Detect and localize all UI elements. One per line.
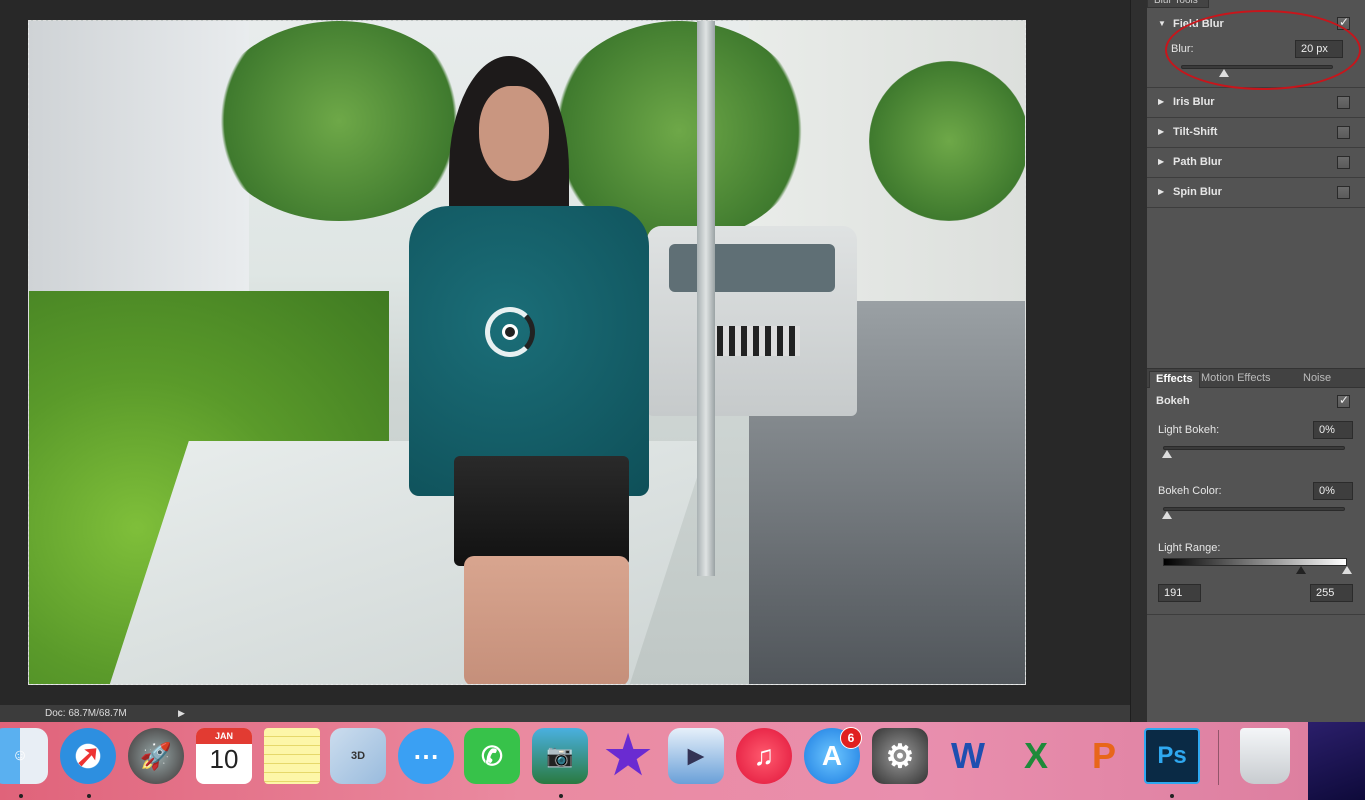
tab-noise[interactable]: Noise bbox=[1297, 371, 1337, 388]
document-canvas[interactable] bbox=[0, 0, 1130, 705]
light-bokeh-label: Light Bokeh: bbox=[1158, 424, 1220, 436]
facetime-icon[interactable]: ✆ bbox=[464, 728, 520, 784]
tilt-shift-title[interactable]: Tilt-Shift bbox=[1173, 126, 1217, 138]
path-blur-title[interactable]: Path Blur bbox=[1173, 156, 1222, 168]
path-blur-row[interactable]: ▶ Path Blur bbox=[1147, 148, 1365, 178]
dock-separator bbox=[1218, 730, 1219, 785]
bokeh-color-slider[interactable] bbox=[1163, 507, 1345, 511]
tab-motion-effects[interactable]: Motion Effects bbox=[1195, 371, 1277, 388]
running-indicator bbox=[559, 794, 563, 798]
blur-gallery-panel: Blur Tools ▼ Field Blur Blur: 20 px ▶ Ir… bbox=[1147, 0, 1365, 722]
word-icon[interactable]: W bbox=[940, 728, 996, 784]
status-menu-arrow-icon[interactable]: ▶ bbox=[178, 708, 185, 719]
tilt-shift-checkbox[interactable] bbox=[1337, 126, 1350, 139]
leather-shorts bbox=[454, 456, 629, 566]
light-range-high-thumb[interactable] bbox=[1342, 566, 1352, 574]
light-range-low-thumb[interactable] bbox=[1296, 566, 1306, 574]
running-indicator bbox=[19, 794, 23, 798]
panel-divider bbox=[1147, 614, 1365, 615]
spin-blur-row[interactable]: ▶ Spin Blur bbox=[1147, 178, 1365, 208]
person-subject bbox=[379, 56, 659, 684]
legs bbox=[464, 556, 629, 684]
light-bokeh-slider[interactable] bbox=[1163, 446, 1345, 450]
running-indicator bbox=[87, 794, 91, 798]
iris-blur-row[interactable]: ▶ Iris Blur bbox=[1147, 88, 1365, 118]
app-store-badge: 6 bbox=[840, 727, 862, 749]
desktop-wallpaper bbox=[1308, 722, 1365, 800]
blur-pin-handle[interactable] bbox=[485, 307, 535, 357]
light-range-low-field[interactable]: 191 bbox=[1158, 584, 1201, 602]
highlight-annotation-circle bbox=[1165, 10, 1361, 90]
iris-blur-title[interactable]: Iris Blur bbox=[1173, 96, 1215, 108]
bokeh-color-thumb[interactable] bbox=[1162, 511, 1172, 519]
trash-icon[interactable] bbox=[1240, 728, 1290, 784]
street-pole bbox=[697, 21, 715, 576]
finder-icon[interactable]: ☺ bbox=[0, 728, 48, 784]
tab-blur-tools[interactable]: Blur Tools bbox=[1147, 0, 1209, 8]
powerpoint-icon[interactable]: P bbox=[1076, 728, 1132, 784]
messages-icon[interactable]: ⋯ bbox=[398, 728, 454, 784]
status-bar: Doc: 68.7M/68.7M ▶ bbox=[0, 705, 1130, 722]
excel-icon[interactable]: X bbox=[1008, 728, 1064, 784]
light-bokeh-thumb[interactable] bbox=[1162, 450, 1172, 458]
macos-dock: ☺ ➚ 🚀 JAN 10 3D ⋯ ✆ 📷 ★ ► ♫ A 6 ⚙ W X P … bbox=[0, 722, 1308, 800]
bokeh-checkbox[interactable] bbox=[1337, 393, 1350, 408]
keynote-icon[interactable]: ► bbox=[668, 728, 724, 784]
light-range-gradient[interactable] bbox=[1163, 558, 1347, 566]
spin-blur-title[interactable]: Spin Blur bbox=[1173, 186, 1222, 198]
doc-size-info: Doc: 68.7M/68.7M bbox=[45, 708, 127, 719]
itunes-icon[interactable]: ♫ bbox=[736, 728, 792, 784]
calendar-day: 10 bbox=[209, 744, 239, 774]
launchpad-icon[interactable]: 🚀 bbox=[128, 728, 184, 784]
system-preferences-icon[interactable]: ⚙ bbox=[872, 728, 928, 784]
safari-icon[interactable]: ➚ bbox=[60, 728, 116, 784]
light-range-label: Light Range: bbox=[1158, 542, 1221, 554]
collapse-triangle-icon[interactable]: ▶ bbox=[1158, 97, 1164, 106]
tab-effects[interactable]: Effects bbox=[1149, 371, 1200, 388]
collapse-triangle-icon[interactable]: ▶ bbox=[1158, 187, 1164, 196]
bokeh-color-label: Bokeh Color: bbox=[1158, 485, 1222, 497]
bokeh-label: Bokeh bbox=[1156, 395, 1190, 407]
calendar-icon[interactable]: JAN 10 bbox=[196, 728, 252, 784]
vertical-scrollbar[interactable] bbox=[1130, 0, 1147, 722]
white-jeep bbox=[647, 226, 857, 416]
tilt-shift-row[interactable]: ▶ Tilt-Shift bbox=[1147, 118, 1365, 148]
bokeh-color-field[interactable]: 0% bbox=[1313, 482, 1353, 500]
notes-icon[interactable] bbox=[264, 728, 320, 784]
building-left bbox=[29, 21, 249, 311]
path-blur-checkbox[interactable] bbox=[1337, 156, 1350, 169]
palm-tree bbox=[869, 61, 1025, 221]
iris-blur-checkbox[interactable] bbox=[1337, 96, 1350, 109]
expand-triangle-icon[interactable]: ▼ bbox=[1158, 19, 1166, 28]
light-range-high-field[interactable]: 255 bbox=[1310, 584, 1353, 602]
jeep-windshield bbox=[669, 244, 835, 292]
blur-pin-center[interactable] bbox=[502, 324, 518, 340]
light-bokeh-field[interactable]: 0% bbox=[1313, 421, 1353, 439]
collapse-triangle-icon[interactable]: ▶ bbox=[1158, 127, 1164, 136]
photoshop-icon[interactable]: Ps bbox=[1144, 728, 1200, 784]
collapse-triangle-icon[interactable]: ▶ bbox=[1158, 157, 1164, 166]
imovie-icon[interactable]: ★ bbox=[600, 727, 656, 785]
calendar-month: JAN bbox=[196, 728, 252, 744]
jeep-grille bbox=[705, 326, 800, 356]
effects-tab-bar: Effects Motion Effects Noise bbox=[1147, 368, 1365, 388]
running-indicator bbox=[1170, 794, 1174, 798]
preview-icon[interactable]: 3D bbox=[330, 728, 386, 784]
iphoto-icon[interactable]: 📷 bbox=[532, 728, 588, 784]
face bbox=[479, 86, 549, 181]
spin-blur-checkbox[interactable] bbox=[1337, 186, 1350, 199]
